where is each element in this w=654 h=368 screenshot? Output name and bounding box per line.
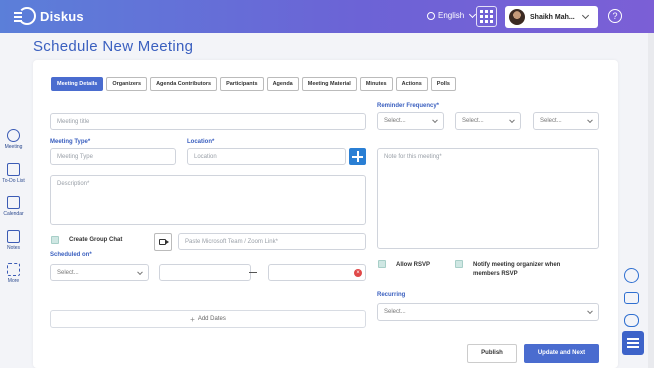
note-placeholder: Note for this meeting* bbox=[384, 154, 442, 160]
tab-polls[interactable]: Polls bbox=[430, 77, 456, 91]
sidebar-item-label: Notes bbox=[6, 245, 21, 251]
add-dates-button[interactable]: + Add Dates bbox=[50, 310, 366, 328]
reminder-select-1[interactable]: Select... bbox=[377, 112, 444, 130]
add-location-button[interactable] bbox=[349, 148, 366, 165]
meeting-title-placeholder: Meeting title bbox=[57, 118, 90, 125]
avatar bbox=[509, 9, 525, 25]
description-placeholder: Description* bbox=[57, 181, 90, 187]
allow-rsvp-label: Allow RSVP bbox=[396, 262, 431, 268]
notify-organizer-checkbox[interactable] bbox=[455, 260, 463, 268]
video-call-button[interactable] bbox=[154, 233, 172, 251]
tab-organizers[interactable]: Organizers bbox=[106, 77, 148, 91]
sidebar-item-calendar[interactable]: Calendar bbox=[0, 196, 27, 217]
start-time-input[interactable] bbox=[159, 264, 251, 281]
reminder-select-value: Select... bbox=[462, 118, 484, 124]
tab-actions[interactable]: Actions bbox=[395, 77, 428, 91]
calendar-icon bbox=[7, 196, 20, 209]
reminder-select-3[interactable]: Select... bbox=[533, 112, 599, 130]
chevron-down-icon bbox=[137, 268, 143, 275]
update-and-next-button[interactable]: Update and Next bbox=[524, 344, 599, 363]
todo-icon bbox=[7, 163, 20, 176]
reminder-select-2[interactable]: Select... bbox=[455, 112, 521, 130]
add-dates-label: Add Dates bbox=[197, 316, 226, 322]
allow-rsvp-checkbox[interactable] bbox=[378, 260, 386, 268]
scrollbar[interactable] bbox=[648, 33, 654, 368]
meeting-type-label: Meeting Type* bbox=[50, 139, 91, 145]
create-group-chat-label: Create Group Chat bbox=[69, 237, 123, 243]
more-icon bbox=[7, 263, 20, 276]
tab-meeting-material[interactable]: Meeting Material bbox=[301, 77, 357, 91]
help-icon[interactable]: ? bbox=[608, 9, 622, 23]
app-logo[interactable]: Diskus bbox=[14, 7, 84, 25]
publish-button[interactable]: Publish bbox=[467, 344, 517, 363]
meeting-note-textarea[interactable]: Note for this meeting* bbox=[377, 148, 599, 249]
notes-icon bbox=[7, 230, 20, 243]
chevron-down-icon bbox=[587, 308, 593, 315]
notify-organizer-label: Notify meeting organizer when members RS… bbox=[473, 262, 561, 277]
logo-text: Diskus bbox=[40, 8, 84, 24]
description-textarea[interactable]: Description* bbox=[50, 175, 366, 225]
video-link-placeholder: Paste Microsoft Team / Zoom Link* bbox=[185, 238, 278, 245]
history-icon[interactable] bbox=[624, 268, 639, 283]
meeting-form-card: Meeting Details Organizers Agenda Contri… bbox=[33, 60, 618, 368]
meeting-type-placeholder: Meeting Type bbox=[57, 153, 93, 160]
apps-grid-button[interactable] bbox=[476, 6, 497, 27]
location-input[interactable]: Location bbox=[187, 148, 346, 165]
chevron-down-icon bbox=[587, 117, 593, 124]
tab-bar: Meeting Details Organizers Agenda Contri… bbox=[51, 77, 456, 91]
scheduled-date-select[interactable]: Select... bbox=[50, 264, 149, 281]
video-link-input[interactable]: Paste Microsoft Team / Zoom Link* bbox=[178, 233, 366, 250]
create-group-chat-checkbox[interactable] bbox=[51, 236, 59, 244]
tab-meeting-details[interactable]: Meeting Details bbox=[51, 77, 104, 91]
chevron-down-icon bbox=[581, 11, 589, 20]
sidebar-item-label: To-Do List bbox=[2, 178, 25, 184]
tab-agenda[interactable]: Agenda bbox=[266, 77, 299, 91]
reminder-select-value: Select... bbox=[540, 118, 562, 124]
location-placeholder: Location bbox=[194, 153, 217, 160]
sidebar-item-label: Meeting bbox=[4, 144, 23, 150]
page-title: Schedule New Meeting bbox=[33, 38, 194, 55]
sidebar-item-meeting[interactable]: Meeting bbox=[0, 129, 27, 150]
end-time-input[interactable]: × bbox=[268, 264, 366, 281]
video-icon[interactable] bbox=[624, 292, 639, 304]
globe-icon bbox=[427, 11, 435, 20]
user-name: Shaikh Mah... bbox=[530, 13, 575, 21]
location-label: Location* bbox=[187, 139, 215, 145]
clear-icon[interactable]: × bbox=[354, 269, 362, 277]
language-selector[interactable]: English bbox=[427, 10, 477, 20]
recurring-select-value: Select... bbox=[384, 309, 406, 315]
sidebar-item-label: Calendar bbox=[3, 211, 24, 217]
scheduled-on-label: Scheduled on* bbox=[50, 252, 92, 258]
recurring-select[interactable]: Select... bbox=[377, 303, 599, 321]
recurring-label: Recurring bbox=[377, 292, 406, 298]
sidebar-item-notes[interactable]: Notes bbox=[0, 230, 27, 251]
user-menu[interactable]: Shaikh Mah... bbox=[505, 6, 598, 28]
meeting-icon bbox=[7, 129, 20, 142]
sidebar-item-more[interactable]: More bbox=[0, 263, 27, 284]
reminder-frequency-label: Reminder Frequency* bbox=[377, 103, 440, 109]
plus-icon: + bbox=[190, 314, 195, 324]
sidebar-item-todo[interactable]: To-Do List bbox=[0, 163, 27, 184]
language-label: English bbox=[438, 11, 465, 20]
diskus-logo-icon bbox=[14, 7, 36, 25]
chat-icon[interactable] bbox=[624, 314, 639, 327]
reminder-select-value: Select... bbox=[384, 118, 406, 124]
tab-participants[interactable]: Participants bbox=[220, 77, 264, 91]
sidebar-item-label: More bbox=[7, 278, 20, 284]
hamburger-menu-button[interactable] bbox=[622, 331, 644, 355]
scheduled-date-value: Select... bbox=[57, 269, 79, 276]
meeting-type-select[interactable]: Meeting Type bbox=[50, 148, 176, 165]
chevron-down-icon bbox=[432, 117, 438, 124]
sidebar: Meeting To-Do List Calendar Notes More bbox=[0, 33, 27, 368]
video-camera-icon bbox=[159, 239, 169, 245]
time-range-dash bbox=[249, 272, 257, 273]
tab-agenda-contributors[interactable]: Agenda Contributors bbox=[150, 77, 218, 91]
tab-minutes[interactable]: Minutes bbox=[359, 77, 393, 91]
chevron-down-icon bbox=[509, 117, 515, 124]
meeting-title-input[interactable]: Meeting title bbox=[50, 113, 366, 130]
top-bar: Diskus English Shaikh Mah... ? bbox=[0, 0, 654, 33]
